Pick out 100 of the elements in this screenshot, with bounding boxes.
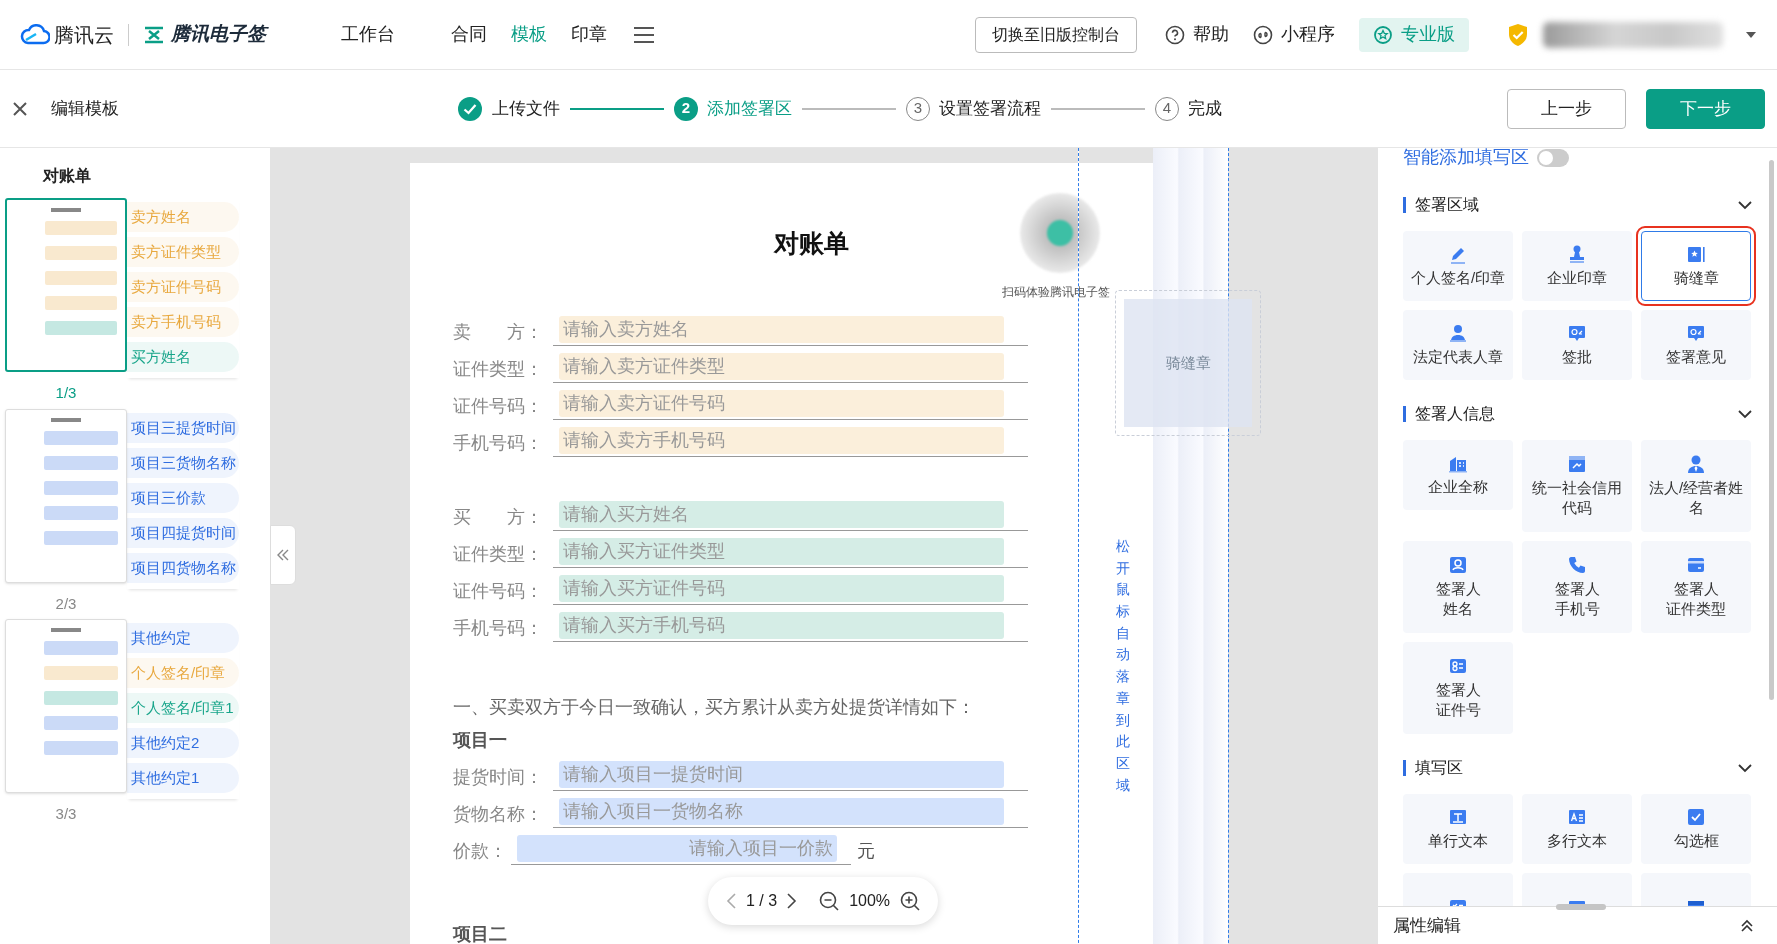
caret-down-icon[interactable] xyxy=(1745,30,1757,39)
component-tile[interactable]: 企业印章 xyxy=(1522,231,1632,301)
field-label: 货物名称： xyxy=(453,802,544,826)
nav-link[interactable]: 工作台 xyxy=(341,21,395,48)
tile-label: 法人/经营者姓名 xyxy=(1647,478,1745,518)
help-link[interactable]: 帮助 xyxy=(1165,21,1229,48)
component-tile[interactable]: 统一社会信用代码 xyxy=(1522,440,1632,532)
field-tag[interactable]: 项目三货物名称 xyxy=(127,447,239,478)
field-label: 卖 方： xyxy=(453,320,544,344)
paragraph-text: 一、买卖双方于今日一致确认，买方累计从卖方处提货详情如下： xyxy=(453,695,976,719)
previous-step-button[interactable]: 上一步 xyxy=(1507,88,1626,129)
fill-in-field[interactable]: 请输入项目一货物名称 xyxy=(559,797,1004,825)
id-card-icon xyxy=(1567,454,1587,474)
component-tile[interactable]: 法定代表人章 xyxy=(1403,310,1513,380)
speech-check-icon xyxy=(1686,323,1706,343)
zoom-in-icon[interactable] xyxy=(900,891,921,911)
tile-label: 企业印章 xyxy=(1547,268,1607,288)
menu-icon[interactable] xyxy=(633,25,655,44)
legacy-console-button[interactable]: 切换至旧版控制台 xyxy=(975,16,1137,53)
person-tie-icon xyxy=(1686,454,1706,474)
tile-label: 签署人 手机号 xyxy=(1554,579,1600,619)
stamp-icon xyxy=(1567,244,1587,264)
zoom-level: 100% xyxy=(849,891,891,911)
step-label: 设置签署流程 xyxy=(939,97,1041,120)
fill-in-field[interactable]: 请输入项目一提货时间 xyxy=(559,760,1004,788)
multiline-text-icon xyxy=(1567,807,1587,827)
tile-label: 企业全称 xyxy=(1428,477,1488,497)
tile-label: 签批 xyxy=(1562,347,1592,367)
chevron-down-icon[interactable] xyxy=(1738,409,1752,419)
fill-in-field[interactable]: 请输入买方证件类型 xyxy=(559,537,1004,565)
field-tag[interactable]: 其他约定 xyxy=(127,623,239,653)
field-label: 提货时间： xyxy=(453,765,544,789)
component-tile[interactable]: 多行文本 xyxy=(1522,794,1632,864)
document-title: 对账单 xyxy=(772,228,850,259)
step-label: 添加签署区 xyxy=(707,97,792,120)
component-tile[interactable]: 签署人 证件号 xyxy=(1403,642,1513,734)
field-tag[interactable]: 其他约定2 xyxy=(127,728,239,758)
drop-hint: 松开鼠标自动落章到此区域 xyxy=(1116,537,1130,795)
person-stamp-icon xyxy=(1448,323,1468,343)
chevron-down-icon[interactable] xyxy=(1738,200,1752,210)
page-title: 编辑模板 xyxy=(51,97,119,120)
page-number: 1/3 xyxy=(54,383,78,403)
mini-program-link[interactable]: 小程序 xyxy=(1253,21,1335,48)
page-number: 3/3 xyxy=(54,804,78,824)
field-tag[interactable]: 项目三提货时间 xyxy=(127,412,239,443)
id-list-icon xyxy=(1448,656,1468,676)
smart-fill-label: 智能添加填写区 xyxy=(1403,148,1529,169)
edition-badge: 专业版 xyxy=(1359,17,1469,52)
contact-card-icon xyxy=(1448,555,1468,575)
double-chevron-left-icon xyxy=(277,549,289,561)
field-label: 证件号码： xyxy=(453,394,544,418)
field-label: 买 方： xyxy=(453,505,544,529)
section-title: 填写区 xyxy=(1415,758,1463,778)
resize-handle[interactable] xyxy=(1556,904,1606,910)
fill-in-field[interactable]: 请输入卖方证件类型 xyxy=(559,352,1004,380)
component-tile[interactable]: 单行文本 xyxy=(1403,794,1513,864)
component-tile[interactable]: 签署意见 xyxy=(1641,310,1751,380)
component-tile[interactable]: 企业全称 xyxy=(1403,440,1513,510)
section-heading: 项目一 xyxy=(453,728,508,752)
fill-in-field[interactable]: 请输入买方姓名 xyxy=(559,500,1004,528)
field-tag[interactable]: 项目三价款 xyxy=(127,482,239,513)
nav-link[interactable]: 印章 xyxy=(571,21,607,48)
component-tile[interactable]: 签批 xyxy=(1522,310,1632,380)
fill-in-field[interactable]: 请输入卖方姓名 xyxy=(559,315,1004,343)
step-number: 2 xyxy=(674,96,698,121)
field-label: 证件号码： xyxy=(453,579,544,603)
tile-label: 骑缝章 xyxy=(1673,268,1719,288)
chevron-right-icon[interactable] xyxy=(787,893,798,909)
component-tile[interactable]: 签署人 证件类型 xyxy=(1641,541,1751,633)
chevron-down-icon[interactable] xyxy=(1738,763,1752,773)
tile-label: 统一社会信用代码 xyxy=(1531,478,1623,518)
component-tile[interactable]: 签署人 姓名 xyxy=(1403,541,1513,633)
smart-fill-toggle[interactable] xyxy=(1537,148,1569,167)
unit-label: 元 xyxy=(857,839,875,863)
component-tile[interactable]: 勾选框 xyxy=(1641,794,1751,864)
fill-in-field[interactable]: 请输入卖方手机号码 xyxy=(559,426,1004,454)
tile-label: 个人签名/印章 xyxy=(1410,268,1506,288)
field-tag[interactable]: 项目四货物名称 xyxy=(127,552,239,583)
nav-link[interactable]: 模板 xyxy=(511,21,547,48)
nav-link[interactable]: 合同 xyxy=(451,21,487,48)
double-chevron-up-icon[interactable] xyxy=(1740,918,1754,933)
close-icon[interactable] xyxy=(12,100,28,117)
tile-label: 签署人 证件类型 xyxy=(1666,579,1726,619)
field-label: 手机号码： xyxy=(453,431,544,455)
component-tile[interactable]: 个人签名/印章 xyxy=(1403,231,1513,301)
page-indicator: 1 / 3 xyxy=(746,891,778,911)
component-tile[interactable]: 签署人 手机号 xyxy=(1522,541,1632,633)
speech-check-icon xyxy=(1567,323,1587,343)
page-thumbnail[interactable] xyxy=(5,198,127,372)
field-tag[interactable]: 其他约定1 xyxy=(127,763,239,793)
field-label: 手机号码： xyxy=(453,616,544,640)
component-tile[interactable]: 法人/经营者姓名 xyxy=(1641,440,1751,532)
fill-in-field[interactable]: 请输入买方手机号码 xyxy=(559,611,1004,639)
fill-in-field[interactable]: 请输入项目一价款 xyxy=(517,834,837,862)
help-icon xyxy=(1165,24,1185,45)
fill-in-field[interactable]: 请输入卖方证件号码 xyxy=(559,389,1004,417)
step-label: 上传文件 xyxy=(492,97,560,120)
field-tag[interactable]: 项目四提货时间 xyxy=(127,517,239,548)
zoom-out-icon[interactable] xyxy=(819,891,840,911)
fill-in-field[interactable]: 请输入买方证件号码 xyxy=(559,574,1004,602)
